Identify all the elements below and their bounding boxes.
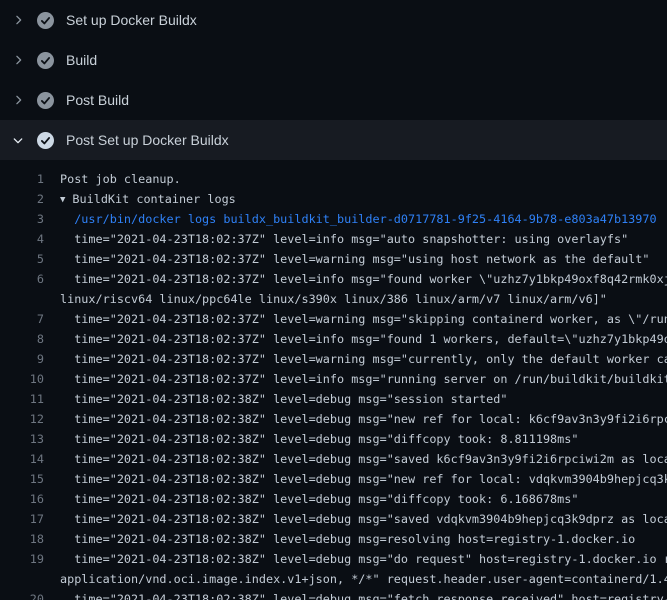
check-circle-icon xyxy=(37,132,54,149)
log-line: 8 time="2021-04-23T18:02:37Z" level=info… xyxy=(0,329,667,349)
log-line: 12 time="2021-04-23T18:02:38Z" level=deb… xyxy=(0,409,667,429)
job-log-panel: Set up Docker Buildx Build P xyxy=(0,0,667,600)
line-number-link[interactable]: 5 xyxy=(0,249,44,269)
log-line-text: /usr/bin/docker logs buildx_buildkit_bui… xyxy=(60,209,657,229)
steps-list: Set up Docker Buildx Build P xyxy=(0,0,667,160)
log-line-text: time="2021-04-23T18:02:38Z" level=debug … xyxy=(60,509,667,529)
line-number-link[interactable] xyxy=(0,569,44,589)
step-row[interactable]: Set up Docker Buildx xyxy=(0,0,667,40)
line-number-link[interactable]: 17 xyxy=(0,509,44,529)
step-row[interactable]: Post Build xyxy=(0,80,667,120)
log-line-text: time="2021-04-23T18:02:38Z" level=debug … xyxy=(60,529,635,549)
log-line: application/vnd.oci.image.index.v1+json,… xyxy=(0,569,667,589)
log-line-text: Post job cleanup. xyxy=(60,169,181,189)
group-title: BuildKit container logs xyxy=(72,192,235,206)
line-number-link[interactable]: 1 xyxy=(0,169,44,189)
line-number-link[interactable]: 3 xyxy=(0,209,44,229)
line-number-link[interactable]: 14 xyxy=(0,449,44,469)
step-title: Post Build xyxy=(66,92,129,108)
log-line-text: time="2021-04-23T18:02:38Z" level=debug … xyxy=(60,449,667,469)
line-number-link[interactable]: 18 xyxy=(0,529,44,549)
line-number-link[interactable]: 9 xyxy=(0,349,44,369)
log-line: 18 time="2021-04-23T18:02:38Z" level=deb… xyxy=(0,529,667,549)
line-number-link[interactable]: 15 xyxy=(0,469,44,489)
log-line-text: time="2021-04-23T18:02:38Z" level=debug … xyxy=(60,589,667,600)
line-number-link[interactable]: 6 xyxy=(0,269,44,289)
log-line: 19 time="2021-04-23T18:02:38Z" level=deb… xyxy=(0,549,667,569)
log-line-text: time="2021-04-23T18:02:38Z" level=debug … xyxy=(60,469,667,489)
log-line: 1 Post job cleanup. xyxy=(0,169,667,189)
log-line: 16 time="2021-04-23T18:02:38Z" level=deb… xyxy=(0,489,667,509)
check-circle-icon xyxy=(37,12,54,29)
log-line-text: time="2021-04-23T18:02:37Z" level=warnin… xyxy=(60,249,650,269)
step-row[interactable]: Post Set up Docker Buildx xyxy=(0,120,667,160)
log-line-text: time="2021-04-23T18:02:37Z" level=warnin… xyxy=(60,349,667,369)
step-log-output: 1 Post job cleanup. 2 ▼ BuildKit containe… xyxy=(0,160,667,600)
line-number-link[interactable]: 13 xyxy=(0,429,44,449)
step-title: Build xyxy=(66,52,97,68)
chevron-right-icon xyxy=(10,12,26,28)
log-line: 3 /usr/bin/docker logs buildx_buildkit_b… xyxy=(0,209,667,229)
log-line: 9 time="2021-04-23T18:02:37Z" level=warn… xyxy=(0,349,667,369)
group-toggle-icon[interactable]: ▼ xyxy=(60,190,65,210)
line-number-link[interactable]: 4 xyxy=(0,229,44,249)
log-line: 15 time="2021-04-23T18:02:38Z" level=deb… xyxy=(0,469,667,489)
chevron-right-icon xyxy=(10,52,26,68)
line-number-link[interactable]: 12 xyxy=(0,409,44,429)
log-line-text: ▼ BuildKit container logs xyxy=(60,189,236,209)
step-title: Set up Docker Buildx xyxy=(66,12,197,28)
log-line: linux/riscv64 linux/ppc64le linux/s390x … xyxy=(0,289,667,309)
line-number-link[interactable]: 2 xyxy=(0,189,44,209)
log-line: 6 time="2021-04-23T18:02:37Z" level=info… xyxy=(0,269,667,289)
log-line-text: time="2021-04-23T18:02:38Z" level=debug … xyxy=(60,549,667,569)
log-line: 10 time="2021-04-23T18:02:37Z" level=inf… xyxy=(0,369,667,389)
chevron-down-icon xyxy=(10,132,26,148)
log-line-text: time="2021-04-23T18:02:38Z" level=debug … xyxy=(60,389,507,409)
log-line: 20 time="2021-04-23T18:02:38Z" level=deb… xyxy=(0,589,667,600)
log-line-text: time="2021-04-23T18:02:37Z" level=info m… xyxy=(60,229,628,249)
line-number-link[interactable]: 7 xyxy=(0,309,44,329)
log-line-text: time="2021-04-23T18:02:38Z" level=debug … xyxy=(60,429,578,449)
log-line-text: linux/riscv64 linux/ppc64le linux/s390x … xyxy=(60,289,607,309)
log-line-text: time="2021-04-23T18:02:37Z" level=info m… xyxy=(60,369,667,389)
log-line: 7 time="2021-04-23T18:02:37Z" level=warn… xyxy=(0,309,667,329)
step-row[interactable]: Build xyxy=(0,40,667,80)
log-line: 4 time="2021-04-23T18:02:37Z" level=info… xyxy=(0,229,667,249)
log-line-text: time="2021-04-23T18:02:37Z" level=warnin… xyxy=(60,309,667,329)
line-number-link[interactable] xyxy=(0,289,44,309)
log-line: 13 time="2021-04-23T18:02:38Z" level=deb… xyxy=(0,429,667,449)
log-line-text: time="2021-04-23T18:02:38Z" level=debug … xyxy=(60,409,667,429)
log-line: 14 time="2021-04-23T18:02:38Z" level=deb… xyxy=(0,449,667,469)
log-line: 5 time="2021-04-23T18:02:37Z" level=warn… xyxy=(0,249,667,269)
line-number-link[interactable]: 20 xyxy=(0,589,44,600)
log-line: 17 time="2021-04-23T18:02:38Z" level=deb… xyxy=(0,509,667,529)
check-circle-icon xyxy=(37,92,54,109)
chevron-right-icon xyxy=(10,92,26,108)
line-number-link[interactable]: 10 xyxy=(0,369,44,389)
line-number-link[interactable]: 16 xyxy=(0,489,44,509)
log-line-text: time="2021-04-23T18:02:37Z" level=info m… xyxy=(60,269,667,289)
line-number-link[interactable]: 19 xyxy=(0,549,44,569)
line-number-link[interactable]: 8 xyxy=(0,329,44,349)
log-line-text: time="2021-04-23T18:02:37Z" level=info m… xyxy=(60,329,667,349)
step-title: Post Set up Docker Buildx xyxy=(66,132,229,148)
log-line: 2 ▼ BuildKit container logs xyxy=(0,189,667,209)
check-circle-icon xyxy=(37,52,54,69)
log-line-text: time="2021-04-23T18:02:38Z" level=debug … xyxy=(60,489,578,509)
log-line-text: application/vnd.oci.image.index.v1+json,… xyxy=(60,569,667,589)
line-number-link[interactable]: 11 xyxy=(0,389,44,409)
log-line: 11 time="2021-04-23T18:02:38Z" level=deb… xyxy=(0,389,667,409)
